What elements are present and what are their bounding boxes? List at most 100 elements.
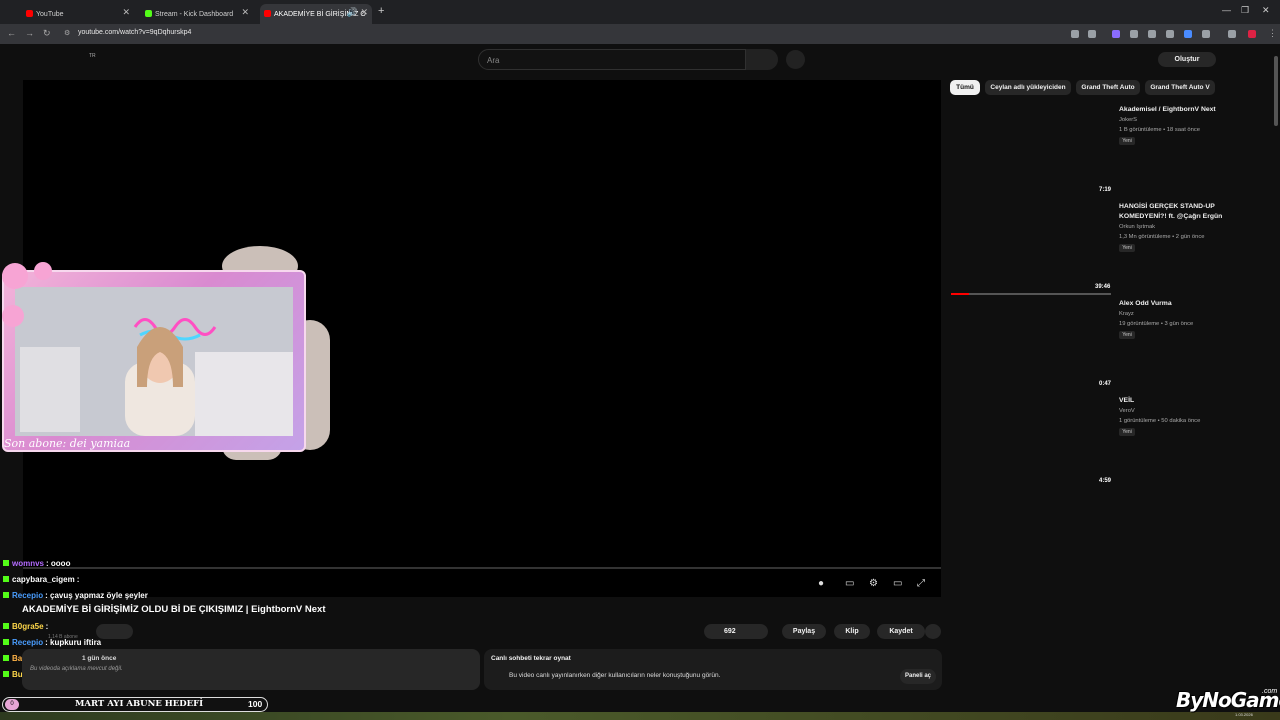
recommended-channel[interactable]: Orkun Işıtmak [1119,224,1155,230]
close-tab-icon[interactable]: ✕ [241,7,249,18]
logo-suffix: .com [1262,688,1278,695]
chat-text: : çavuş yapmaz öyle şeyler [45,591,148,600]
scrollbar-thumb[interactable] [1274,56,1278,126]
tab-title: Stream - Kick Dashboard [155,10,234,18]
forward-icon[interactable]: → [25,28,34,38]
autoplay-icon[interactable]: ● [818,578,824,589]
clip-button[interactable]: Klip [834,624,870,639]
recommended-video-title[interactable]: HANGİSİ GERÇEK STAND-UP KOMEDYENİ?! ft. … [1119,202,1229,222]
chip-from-uploader[interactable]: Ceylan adlı yükleyiciden [985,80,1071,95]
kick-badge-icon [3,639,9,645]
webcam-scene [15,287,293,436]
extensions-puzzle-icon[interactable] [1202,30,1210,38]
country-code: TR [89,53,96,59]
kick-badge-icon [3,671,9,677]
extension-icon[interactable] [1166,30,1174,38]
extension-icon[interactable] [1148,30,1156,38]
share-button[interactable]: Paylaş [782,624,826,639]
minimize-icon[interactable]: — [1222,5,1231,15]
chip-gta[interactable]: Grand Theft Auto [1076,80,1140,95]
more-actions-button[interactable] [925,624,941,639]
chat-username: capybara_cigem [12,575,75,584]
tab-kick-dashboard[interactable]: Stream - Kick Dashboard ✕ [141,4,253,24]
new-badge: Yeni [1119,428,1135,436]
upload-date: 1 gün önce [82,655,117,662]
search-button[interactable] [746,49,778,70]
close-tab-icon[interactable]: ✕ [360,7,368,18]
browser-tab-bar: YouTube ✕ Stream - Kick Dashboard ✕ AKAD… [0,0,1280,24]
open-panel-button[interactable]: Paneli aç [900,669,936,684]
voice-search-button[interactable] [786,50,805,69]
goal-progress-circle: 0 [5,699,19,710]
chat-message: Recepio: çavuş yapmaz öyle şeyler [3,591,148,600]
extension-icon[interactable] [1130,30,1138,38]
kick-badge-icon [3,623,9,629]
youtube-favicon-icon [26,10,33,17]
new-badge: Yeni [1119,137,1135,145]
os-taskbar [0,712,1280,720]
video-duration: 4:59 [1099,478,1112,484]
kick-badge-icon [3,592,9,598]
maximize-icon[interactable]: ❐ [1241,5,1249,16]
install-icon[interactable] [1071,30,1079,38]
chat-replay-title: Canlı sohbeti tekrar oynat [491,655,571,662]
video-progress-bar[interactable] [23,567,941,569]
recommended-channel[interactable]: Krayz [1119,311,1134,317]
recommended-channel[interactable]: VeroV [1119,408,1135,414]
bookmark-star-icon[interactable] [1088,30,1096,38]
reload-icon[interactable]: ↻ [43,28,51,39]
extension-icon[interactable] [1184,30,1192,38]
save-button[interactable]: Kaydet [877,624,925,639]
close-window-icon[interactable]: ✕ [1262,5,1270,16]
scrollbar[interactable] [1272,44,1280,694]
site-info-icon[interactable]: ⚙ [64,29,70,37]
chat-text: : [76,575,80,584]
new-badge: Yeni [1119,331,1135,339]
flower-decoration [2,263,28,289]
description-text: Bu videoda açıklama mevcut değil. [30,666,123,672]
recommended-video-title[interactable]: Alex Odd Vurma [1119,299,1229,309]
profile-avatar-icon[interactable] [1248,30,1256,38]
search-input[interactable]: Ara [478,49,746,70]
address-bar: ← → ↻ ⚙ youtube.com/watch?v=9qDqhurskp4 … [0,24,1280,44]
subscribe-button[interactable] [96,624,133,639]
flower-decoration [34,262,52,280]
profile-icon[interactable] [1228,30,1236,38]
recommended-channel[interactable]: JokerS [1119,117,1137,123]
speaker-icon[interactable]: 🔊 [347,7,358,18]
extension-icon[interactable] [1112,30,1120,38]
recommended-video-title[interactable]: VEİL [1119,396,1229,406]
fullscreen-icon[interactable]: ⤢ [917,578,925,589]
youtube-favicon-icon [264,10,271,17]
close-tab-icon[interactable]: ✕ [122,7,130,18]
chat-message: capybara_cigem: [3,575,79,584]
chat-replay-text: Bu video canlı yayınlanırken diğer kulla… [509,672,721,679]
menu-dots-icon[interactable]: ⋮ [1268,28,1277,39]
back-icon[interactable]: ← [7,28,16,38]
kick-badge-icon [3,560,9,566]
recommended-video-title[interactable]: Akademisel / EightbornV Next [1119,105,1229,115]
webcam-feed [15,287,293,436]
overlay-date: 1.03.2026 [1235,712,1253,717]
chat-message: B0gra5e: [3,622,48,631]
chat-text: : [45,622,49,631]
tab-title: YouTube [36,10,64,18]
goal-value: 100 [248,699,263,709]
subtitles-icon[interactable]: ▭ [845,578,854,589]
create-button[interactable]: Oluştur [1158,52,1216,67]
url-field[interactable]: youtube.com/watch?v=9qDqhurskp4 [78,29,191,36]
theater-icon[interactable]: ▭ [893,578,902,589]
chat-text: : oooo [46,559,71,568]
chip-all[interactable]: Tümü [950,80,980,95]
chip-gta-v[interactable]: Grand Theft Auto V [1145,80,1215,95]
tab-current-video[interactable]: AKADEMİYE Bİ GİRİŞİMİZ O 🔊 ✕ [260,4,372,24]
tab-youtube[interactable]: YouTube ✕ [22,4,134,24]
settings-icon[interactable]: ⚙ [869,578,878,589]
recommended-meta: 1 görüntüleme • 50 dakika önce [1119,418,1201,424]
new-badge: Yeni [1119,244,1135,252]
recommended-meta: 1 B görüntüleme • 18 saat önce [1119,127,1200,133]
flower-decoration [2,305,24,327]
like-button[interactable]: 692 [704,624,768,639]
chat-username: Recepio [12,638,44,647]
plus-icon[interactable]: + [378,5,384,17]
